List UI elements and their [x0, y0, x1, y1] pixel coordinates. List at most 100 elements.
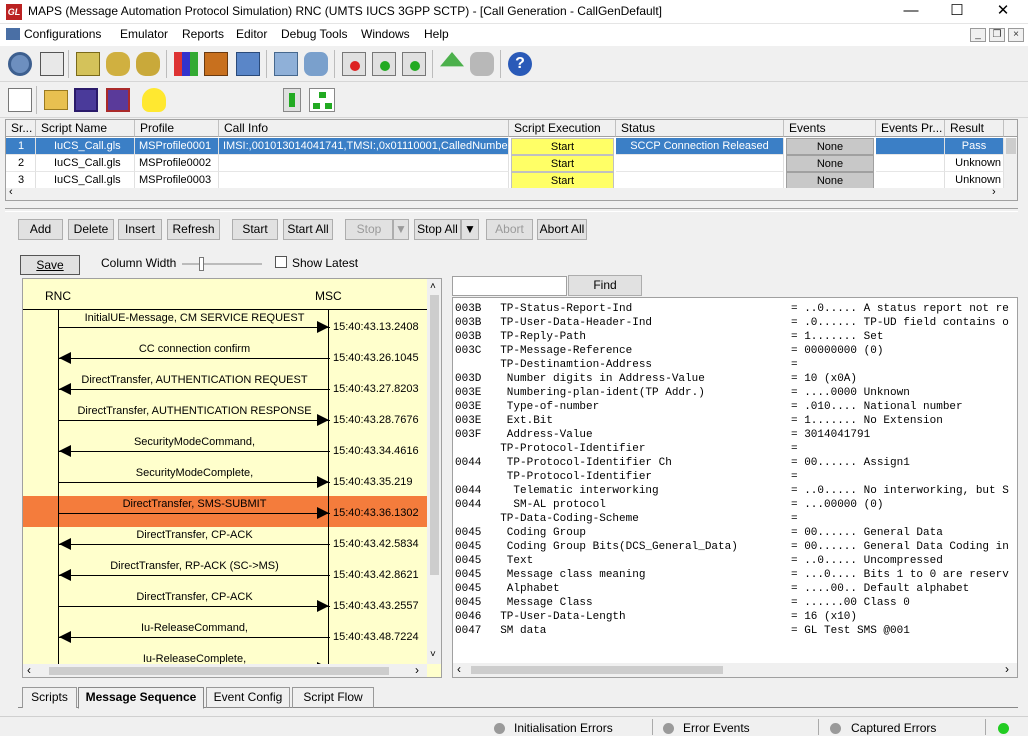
col-header-script-name[interactable]: Script Name — [36, 120, 135, 137]
menu-reports[interactable]: Reports — [182, 27, 224, 43]
decode-field[interactable]: Numbering-plan-ident(TP Addr.) — [487, 386, 705, 400]
lightbulb-icon[interactable] — [142, 88, 166, 112]
open-folder-icon[interactable] — [44, 90, 68, 110]
decode-field[interactable]: TP-Message-Reference — [487, 344, 632, 358]
row-events-button[interactable]: None — [786, 138, 874, 155]
sequence-message-row[interactable]: Iu-ReleaseCommand, 15:40:43.48.7224 — [23, 620, 427, 651]
books-icon[interactable] — [174, 52, 198, 76]
decode-hscroll-thumb[interactable] — [471, 666, 723, 674]
menu-help[interactable]: Help — [424, 27, 449, 43]
show-latest-checkbox[interactable] — [275, 256, 287, 268]
maximize-icon[interactable]: ☐ — [934, 0, 980, 24]
decode-field[interactable]: SM-AL protocol — [487, 498, 605, 512]
column-width-slider[interactable] — [182, 257, 262, 271]
abort-all-button[interactable]: Abort All — [537, 219, 587, 240]
find-button[interactable]: Find — [568, 275, 642, 296]
capture-green-icon[interactable] — [372, 52, 396, 76]
scroll-down-icon[interactable]: ˅ — [430, 649, 436, 660]
decode-field[interactable]: Message Class — [487, 596, 593, 610]
decode-field[interactable]: Text — [487, 554, 533, 568]
decode-field[interactable]: Message class meaning — [487, 568, 646, 582]
mdi-close-icon[interactable]: × — [1008, 28, 1024, 42]
decode-field[interactable]: TP-Destinamtion-Address — [487, 358, 652, 372]
row-start-button[interactable]: Start — [511, 138, 614, 155]
init-errors-label[interactable]: Initialisation Errors — [514, 721, 613, 735]
sequence-message-row[interactable]: DirectTransfer, RP-ACK (SC->MS) 15:40:43.… — [23, 558, 427, 589]
decode-field[interactable]: TP-Protocol-Identifier — [487, 442, 645, 456]
settings-gear-icon[interactable] — [8, 52, 32, 76]
find-input[interactable] — [452, 276, 567, 296]
scroll-left-icon[interactable]: ‹ — [9, 186, 13, 198]
scroll-up-icon[interactable]: ˄ — [430, 281, 436, 292]
captured-errors-label[interactable]: Captured Errors — [851, 721, 936, 735]
col-header-status[interactable]: Status — [616, 120, 784, 137]
grid-hscrollbar[interactable]: ‹ › — [6, 186, 1017, 200]
scroll-right-icon[interactable]: › — [415, 663, 419, 677]
decode-field[interactable]: TP-Status-Report-Ind — [487, 302, 632, 316]
start-all-button[interactable]: Start All — [283, 219, 333, 240]
grid-vscroll-thumb[interactable] — [1006, 138, 1016, 154]
decode-field[interactable]: Telematic interworking — [487, 484, 658, 498]
save-as-icon[interactable] — [106, 88, 130, 112]
decode-field[interactable]: TP-Data-Coding-Scheme — [487, 512, 639, 526]
tab-script-flow[interactable]: Script Flow — [292, 687, 374, 708]
mdi-minimize-icon[interactable]: _ — [970, 28, 986, 42]
briefcase-icon[interactable] — [204, 52, 228, 76]
col-header-events-pr[interactable]: Events Pr... — [876, 120, 945, 137]
delete-button[interactable]: Delete — [68, 219, 114, 240]
seq-vscrollbar[interactable]: ˄ ˅ — [427, 279, 441, 664]
menu-editor[interactable]: Editor — [236, 27, 267, 43]
decode-field[interactable]: Ext.Bit — [487, 414, 553, 428]
seq-hscroll-thumb[interactable] — [49, 667, 389, 675]
decode-field[interactable]: Type-of-number — [487, 400, 599, 414]
table-row[interactable]: 3 IuCS_Call.gls MSProfile0003 Start None… — [6, 172, 1004, 189]
col-header-script-execution[interactable]: Script Execution — [509, 120, 616, 137]
refresh-button[interactable]: Refresh — [167, 219, 220, 240]
decode-field[interactable]: Number digits in Address-Value — [487, 372, 705, 386]
sequence-message-row[interactable]: DirectTransfer, AUTHENTICATION RESPONSE 1… — [23, 403, 427, 434]
signal-icon[interactable] — [304, 52, 328, 76]
minimize-icon[interactable]: — — [888, 0, 934, 24]
decode-field[interactable]: Address-Value — [487, 428, 593, 442]
pen-edit-icon[interactable] — [274, 52, 298, 76]
bee-icon[interactable] — [106, 52, 130, 76]
decode-field[interactable]: Coding Group — [487, 526, 586, 540]
row-start-button[interactable]: Start — [511, 155, 614, 172]
row-events-button[interactable]: None — [786, 172, 874, 189]
table-row[interactable]: 2 IuCS_Call.gls MSProfile0002 Start None… — [6, 155, 1004, 172]
sequence-message-row[interactable]: DirectTransfer, AUTHENTICATION REQUEST 15… — [23, 372, 427, 403]
scroll-right-icon[interactable]: › — [1005, 662, 1009, 676]
decode-field[interactable]: TP-User-Data-Length — [487, 610, 625, 624]
disconnect-icon[interactable] — [470, 52, 494, 76]
decode-field[interactable]: TP-Protocol-Identifier — [487, 470, 652, 484]
menu-emulator[interactable]: Emulator — [120, 27, 168, 43]
stop-all-button[interactable]: Stop All — [414, 219, 461, 240]
scroll-left-icon[interactable]: ‹ — [27, 663, 31, 677]
slider-thumb[interactable] — [199, 257, 204, 271]
splitter[interactable] — [5, 208, 1018, 212]
sequence-message-row[interactable]: DirectTransfer, SMS-SUBMIT 15:40:43.36.13… — [23, 496, 427, 527]
profile-green-icon[interactable] — [402, 52, 426, 76]
hierarchy-view-icon[interactable] — [309, 88, 335, 112]
sequence-message-row[interactable]: InitialUE-Message, CM SERVICE REQUEST 15:… — [23, 310, 427, 341]
sequence-message-row[interactable]: CC connection confirm 15:40:43.26.1045 — [23, 341, 427, 372]
notepad-icon[interactable] — [40, 52, 64, 76]
stop-dropdown[interactable]: ▼ — [393, 219, 409, 240]
menu-windows[interactable]: Windows — [361, 27, 410, 43]
sequence-message-row[interactable]: SecurityModeCommand, 15:40:43.34.4616 — [23, 434, 427, 465]
scroll-left-icon[interactable]: ‹ — [457, 662, 461, 676]
col-header-result[interactable]: Result — [945, 120, 1004, 137]
new-file-icon[interactable] — [8, 88, 32, 112]
grid-vscrollbar[interactable] — [1004, 138, 1017, 188]
insert-button[interactable]: Insert — [118, 219, 162, 240]
menu-configurations[interactable]: Configurations — [6, 27, 101, 43]
stop-all-dropdown[interactable]: ▼ — [461, 219, 479, 240]
abort-button[interactable]: Abort — [486, 219, 533, 240]
close-icon[interactable]: ✕ — [980, 0, 1026, 24]
decode-field[interactable]: TP-Reply-Path — [487, 330, 586, 344]
decode-field[interactable]: Coding Group Bits(DCS_General_Data) — [487, 540, 738, 554]
error-events-label[interactable]: Error Events — [683, 721, 750, 735]
col-header-events[interactable]: Events — [784, 120, 876, 137]
scroll-right-icon[interactable]: › — [992, 186, 996, 198]
col-header-call-info[interactable]: Call Info — [219, 120, 509, 137]
